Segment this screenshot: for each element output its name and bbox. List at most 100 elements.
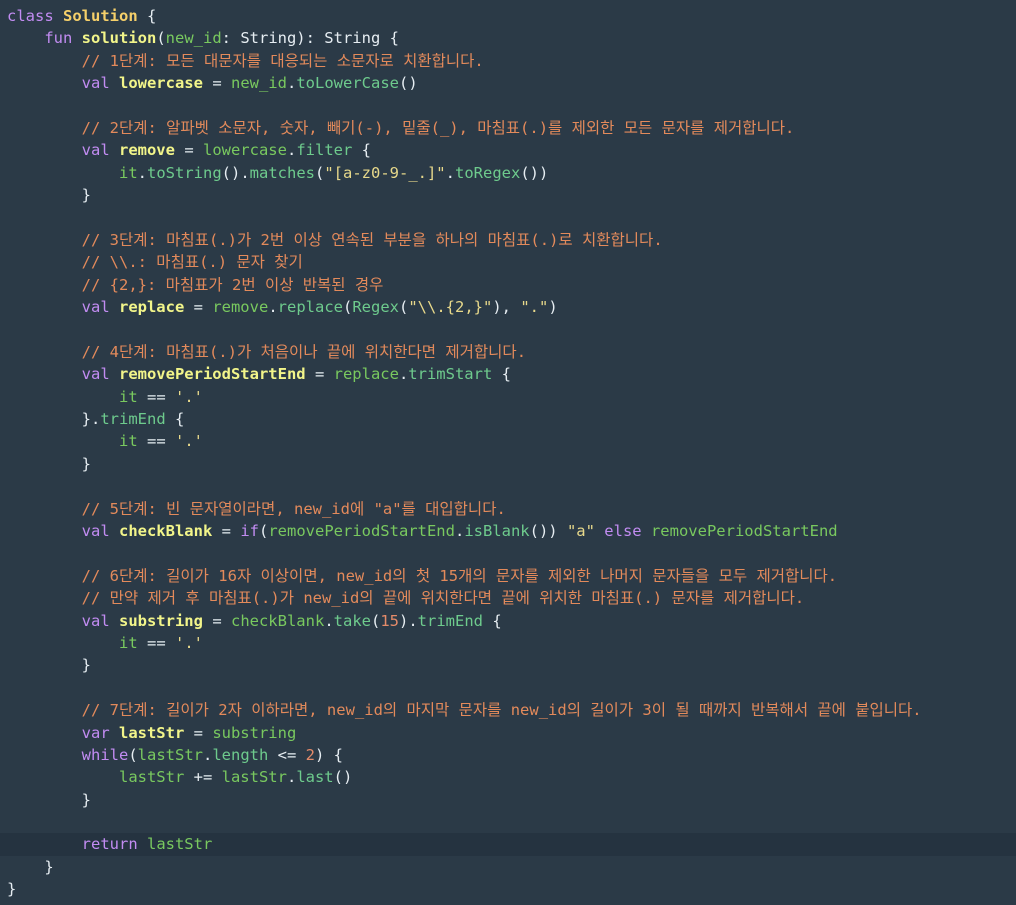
code-token: ( (314, 163, 325, 182)
code-line[interactable] (0, 318, 1016, 340)
code-line[interactable]: // 7단계: 길이가 2자 이하라면, new_id의 마지막 문자를 new… (0, 699, 1016, 721)
code-token: == (137, 387, 175, 406)
code-line[interactable]: val lowercase = new_id.toLowerCase() (0, 72, 1016, 94)
code-token: last (296, 768, 334, 787)
code-line[interactable]: val replace = remove.replace(Regex("\\.{… (0, 296, 1016, 318)
code-token: substring (118, 611, 203, 630)
code-line[interactable]: } (0, 878, 1016, 900)
code-token: ( (370, 611, 381, 630)
code-token: checkBlank (118, 521, 213, 540)
code-token: while (81, 745, 129, 764)
code-token: } (81, 186, 91, 205)
code-token: solution (81, 29, 157, 48)
code-token: () (333, 768, 353, 787)
code-token: trimStart (408, 365, 493, 384)
code-line[interactable]: // 2단계: 알파벳 소문자, 숫자, 빼기(-), 밑줄(_), 마침표(.… (0, 117, 1016, 139)
code-line[interactable]: // {2,}: 마침표가 2번 이상 반복된 경우 (0, 274, 1016, 296)
code-token: new_id (230, 74, 287, 93)
code-token: removePeriodStartEnd (650, 521, 838, 540)
code-line[interactable]: it.toString().matches("[a-z0-9-_.]".toRe… (0, 162, 1016, 184)
code-line[interactable]: var lastStr = substring (0, 722, 1016, 744)
code-token: isBlank (464, 521, 530, 540)
code-line[interactable]: // 3단계: 마침표(.)가 2번 이상 연속된 부분을 하나의 마침표(.)… (0, 229, 1016, 251)
code-line[interactable] (0, 542, 1016, 564)
code-token: lastStr (118, 768, 185, 787)
code-token: substring (212, 723, 297, 742)
code-token: // 5단계: 빈 문자열이라면, new_id에 "a"를 대입합니다. (81, 499, 506, 518)
code-token: } (7, 880, 17, 899)
code-line[interactable]: // 6단계: 길이가 16자 이상이면, new_id의 첫 15개의 문자를… (0, 565, 1016, 587)
code-token: } (81, 790, 91, 809)
code-token: val (81, 365, 119, 384)
code-line[interactable] (0, 811, 1016, 833)
code-token: Solution (63, 7, 138, 25)
code-token: class (7, 7, 63, 25)
code-token: removePeriodStartEnd (268, 521, 455, 540)
code-line[interactable]: } (0, 184, 1016, 206)
code-token: toString (147, 163, 222, 182)
code-token: } (81, 656, 91, 675)
code-line[interactable]: fun solution(new_id: String): String { (0, 27, 1016, 49)
code-token: '.' (174, 387, 203, 406)
code-token: . (398, 365, 409, 384)
code-line[interactable] (0, 95, 1016, 117)
code-line[interactable]: val substring = checkBlank.take(15).trim… (0, 610, 1016, 632)
code-line[interactable]: // 만약 제거 후 마침표(.)가 new_id의 끝에 위치한다면 끝에 위… (0, 587, 1016, 609)
code-line[interactable] (0, 475, 1016, 497)
code-token: val (81, 141, 119, 160)
code-token: ). (399, 611, 418, 630)
code-line[interactable]: val remove = lowercase.filter { (0, 139, 1016, 161)
code-token: . (268, 298, 278, 317)
code-line[interactable]: val removePeriodStartEnd = replace.trimS… (0, 363, 1016, 385)
code-token: // 4단계: 마침표(.)가 처음이나 끝에 위치한다면 제거합니다. (81, 342, 527, 361)
code-line[interactable]: while(lastStr.length <= 2) { (0, 744, 1016, 766)
code-token: checkBlank (230, 611, 325, 630)
code-line[interactable]: // \\.: 마침표(.) 문자 찾기 (0, 251, 1016, 273)
code-token: . (203, 745, 213, 764)
code-token: } (44, 857, 54, 876)
code-token: it (118, 387, 138, 406)
code-token: take (333, 611, 371, 630)
code-line[interactable] (0, 677, 1016, 699)
code-line[interactable]: val checkBlank = if(removePeriodStartEnd… (0, 520, 1016, 542)
code-token: "[a-z0-9-_.]" (324, 163, 446, 182)
code-line[interactable]: // 5단계: 빈 문자열이라면, new_id에 "a"를 대입합니다. (0, 498, 1016, 520)
code-line[interactable]: it == '.' (0, 386, 1016, 408)
code-token: "\\.{2,}" (408, 298, 493, 317)
code-token: fun (44, 29, 82, 48)
code-line[interactable]: } (0, 453, 1016, 475)
code-token: lastStr (137, 745, 203, 764)
code-line[interactable]: } (0, 856, 1016, 878)
code-line[interactable]: it == '.' (0, 632, 1016, 654)
code-token: "a" (566, 521, 595, 540)
code-token: . (445, 163, 455, 182)
code-token: lowercase (118, 74, 203, 93)
code-line-current[interactable]: return lastStr (0, 833, 1016, 856)
code-token: toLowerCase (296, 74, 399, 93)
code-editor[interactable]: class Solution { fun solution(new_id: St… (0, 0, 1016, 905)
code-token: }. (81, 410, 101, 429)
code-line[interactable] (0, 207, 1016, 229)
code-line[interactable]: }.trimEnd { (0, 408, 1016, 430)
code-line[interactable]: // 1단계: 모든 대문자를 대응되는 소문자로 치환합니다. (0, 50, 1016, 72)
code-line[interactable]: } (0, 654, 1016, 676)
code-line[interactable]: // 4단계: 마침표(.)가 처음이나 끝에 위치한다면 제거합니다. (0, 341, 1016, 363)
code-token: { (165, 410, 185, 429)
code-line[interactable]: } (0, 789, 1016, 811)
code-line[interactable]: it == '.' (0, 430, 1016, 452)
code-line[interactable]: lastStr += lastStr.last() (0, 766, 1016, 788)
code-token: replace (333, 365, 399, 384)
code-token: <= (268, 745, 306, 764)
code-line[interactable]: class Solution { (0, 5, 1016, 27)
